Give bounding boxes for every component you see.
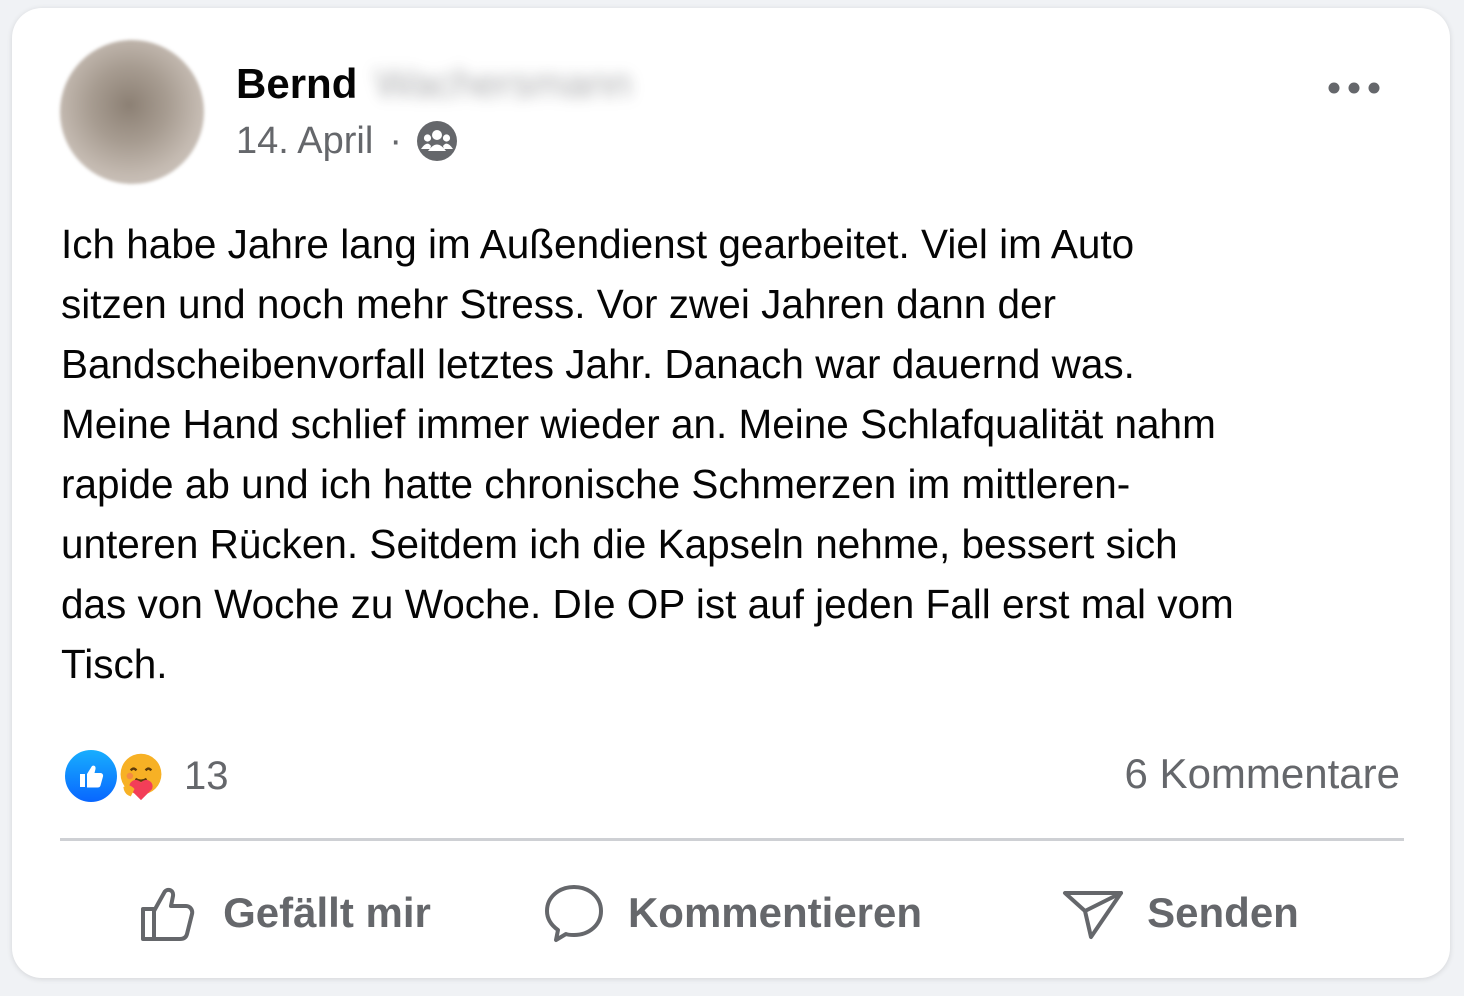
comment-icon bbox=[544, 885, 603, 942]
post-text: Ich habe Jahre lang im Außendienst gearb… bbox=[61, 221, 1234, 687]
more-options-button[interactable] bbox=[1316, 64, 1392, 112]
comments-count-link[interactable]: 6 Kommentare bbox=[1125, 750, 1400, 798]
author-row: Bernd Wachersmann bbox=[236, 56, 632, 112]
thumbs-up-icon bbox=[141, 887, 195, 941]
like-label: Gefällt mir bbox=[223, 889, 431, 936]
author-name[interactable]: Bernd bbox=[236, 60, 357, 108]
care-reaction-icon bbox=[112, 747, 170, 805]
action-bar: Gefällt mir Kommentieren Senden bbox=[60, 858, 1404, 968]
author-surname-blurred[interactable]: Wachersmann bbox=[375, 62, 631, 107]
like-button[interactable]: Gefällt mir bbox=[60, 858, 508, 968]
avatar[interactable] bbox=[60, 40, 204, 184]
reaction-count[interactable]: 13 bbox=[184, 754, 229, 799]
meta-separator: · bbox=[389, 119, 402, 162]
like-reaction-icon bbox=[62, 747, 120, 805]
post-date[interactable]: 14. April bbox=[236, 120, 373, 163]
group-icon[interactable] bbox=[416, 120, 458, 162]
more-icon bbox=[1328, 82, 1380, 94]
send-button[interactable]: Senden bbox=[956, 858, 1404, 968]
send-label: Senden bbox=[1147, 889, 1299, 936]
comment-label: Kommentieren bbox=[627, 889, 923, 936]
post-card: Bernd Wachersmann 14. April · Ich habe J… bbox=[12, 8, 1450, 978]
post-meta: 14. April · bbox=[236, 116, 458, 166]
send-icon bbox=[1063, 891, 1124, 939]
comment-button[interactable]: Kommentieren bbox=[508, 858, 956, 968]
reaction-summary[interactable]: 13 bbox=[62, 746, 229, 806]
divider bbox=[60, 838, 1404, 841]
